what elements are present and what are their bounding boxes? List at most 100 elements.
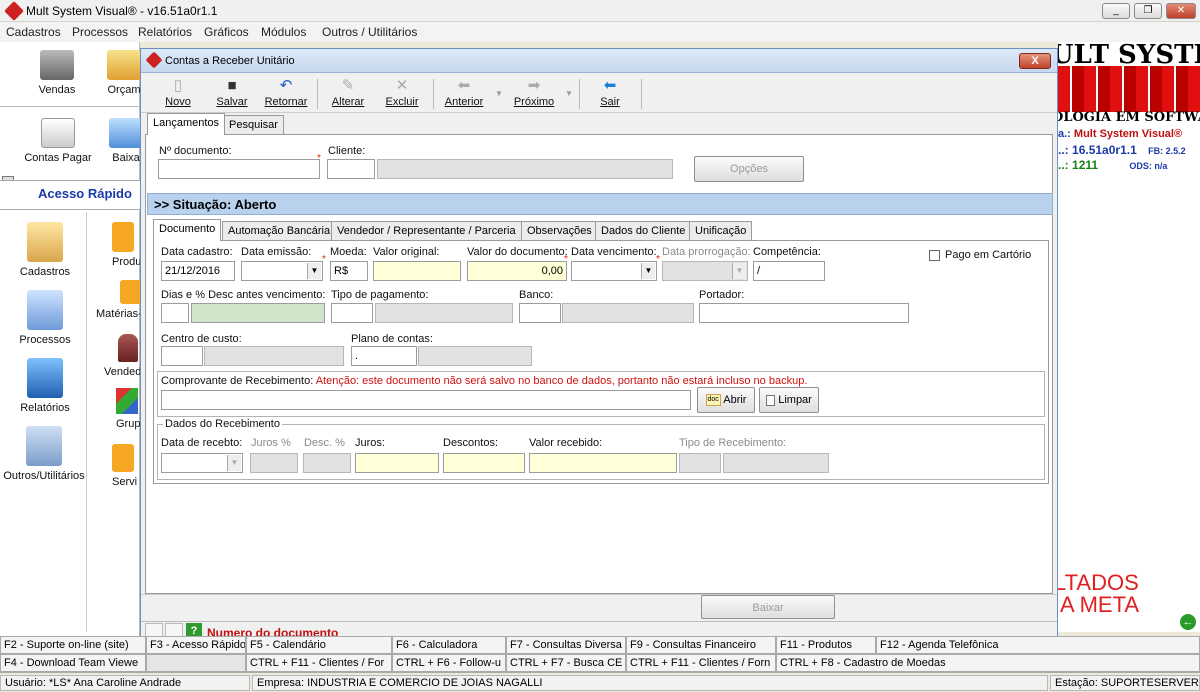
data-cadastro-input[interactable]: 21/12/2016 (161, 261, 235, 281)
menu-outros-utilitarios[interactable]: Outros / Utilitários (322, 25, 417, 39)
tab-vendedor[interactable]: Vendedor / Representante / Parceria (331, 221, 522, 241)
tab-documento[interactable]: Documento (153, 219, 222, 241)
valor-original-input[interactable] (373, 261, 461, 281)
opcoes-button[interactable]: Opções (694, 156, 804, 182)
fkey-f9[interactable]: F9 - Consultas Financeiro (626, 636, 776, 654)
quick-produtos[interactable]: Produ (112, 222, 140, 268)
quick-vendedores[interactable]: Vended (104, 334, 140, 378)
quick-relatorios[interactable]: Relatórios (10, 358, 80, 414)
quick-outros-label: Outros/Utilitários (3, 470, 85, 482)
sair-button[interactable]: ⬅ Sair (583, 77, 637, 111)
num-documento-input[interactable] (158, 159, 320, 179)
fkey-f7[interactable]: F7 - Consultas Diversa (506, 636, 626, 654)
retornar-button[interactable]: ↶ Retornar (259, 77, 313, 111)
tab-unificacao[interactable]: Unificação (689, 221, 753, 241)
comprovante-path-input[interactable] (161, 390, 691, 410)
tab-dados-cliente[interactable]: Dados do Cliente (595, 221, 692, 241)
contas-pagar-button[interactable]: Contas Pagar (18, 118, 98, 164)
data-vencimento-combo[interactable]: ▼ (571, 261, 657, 281)
status-usuario: Usuário: *LS* Ana Caroline Andrade (0, 675, 250, 691)
menu-graficos[interactable]: Gráficos (204, 25, 249, 39)
abrir-button[interactable]: doc Abrir (697, 387, 755, 413)
portador-input[interactable] (699, 303, 909, 323)
banco-code-input[interactable] (519, 303, 561, 323)
tab-observacoes[interactable]: Observações (521, 221, 598, 241)
fkey-f4[interactable]: F4 - Download Team Viewe (0, 654, 146, 672)
quick-materias[interactable]: Matérias- (96, 280, 140, 320)
chevron-down-icon[interactable]: ▼ (732, 263, 746, 279)
data-recebto-combo[interactable]: ▼ (161, 453, 243, 473)
data-emissao-combo[interactable]: ▼ (241, 261, 323, 281)
menu-modulos[interactable]: Módulos (261, 25, 306, 39)
limpar-button[interactable]: Limpar (759, 387, 819, 413)
quick-outros-utilitarios[interactable]: Outros/Utilitários (2, 426, 86, 482)
anterior-button[interactable]: ⬅ Anterior (437, 77, 491, 111)
tab-lancamentos[interactable]: Lançamentos (147, 113, 226, 135)
minimize-button[interactable]: _ (1102, 3, 1130, 19)
baixa-button[interactable]: Baixa (108, 118, 144, 164)
fkey-ctrl-f8[interactable]: CTRL + F8 - Cadastro de Moedas (776, 654, 1200, 672)
vendas-button[interactable]: Vendas (22, 50, 92, 96)
quick-servicos[interactable]: Servi (112, 444, 140, 488)
percent-desc-input[interactable] (191, 303, 325, 323)
tipo-pagamento-code[interactable] (331, 303, 373, 323)
quick-processos[interactable]: Processos (10, 290, 80, 346)
menu-cadastros[interactable]: Cadastros (6, 25, 61, 39)
anterior-dropdown-icon[interactable]: ▼ (495, 89, 503, 98)
fkey-f2[interactable]: F2 - Suporte on-line (site) (0, 636, 146, 654)
centro-custo-code[interactable] (161, 346, 203, 366)
orcamento-button[interactable]: Orçam (104, 50, 144, 96)
dias-desc-input[interactable] (161, 303, 189, 323)
fkey-f5[interactable]: F5 - Calendário (246, 636, 392, 654)
juros-input[interactable] (355, 453, 439, 473)
green-arrow-icon[interactable]: ← (1180, 614, 1196, 630)
proximo-dropdown-icon[interactable]: ▼ (565, 89, 573, 98)
excluir-button[interactable]: ✕ Excluir (375, 77, 429, 111)
pago-cartorio-checkbox[interactable] (929, 250, 940, 261)
menu-relatorios[interactable]: Relatórios (138, 25, 192, 39)
cliente-name-field (377, 159, 673, 179)
page-icon (766, 394, 776, 406)
tipo-recebimento-code[interactable] (679, 453, 721, 473)
fkey-ctrl-f6[interactable]: CTRL + F6 - Follow-u (392, 654, 506, 672)
competencia-input[interactable]: / (753, 261, 825, 281)
fkey-ctrl-f11-b[interactable]: CTRL + F11 - Clientes / Forn (626, 654, 776, 672)
salvar-button[interactable]: ■ Salvar (205, 77, 259, 111)
valor-recebido-input[interactable] (529, 453, 677, 473)
menu-processos[interactable]: Processos (72, 25, 128, 39)
sair-label: Sair (600, 96, 620, 108)
plano-contas-label: Plano de contas: (351, 333, 433, 345)
fkey-f11[interactable]: F11 - Produtos (776, 636, 876, 654)
restore-button[interactable]: ❐ (1134, 3, 1162, 19)
tab-pesquisar[interactable]: Pesquisar (223, 115, 284, 135)
chevron-down-icon[interactable]: ▼ (641, 263, 655, 279)
descontos-input[interactable] (443, 453, 525, 473)
novo-button[interactable]: ▯ Novo (151, 77, 205, 111)
desc-pct-input[interactable] (303, 453, 351, 473)
fkey-f3[interactable]: F3 - Acesso Rápido (146, 636, 246, 654)
valor-documento-input[interactable]: 0,00 (467, 261, 567, 281)
dialog-close-button[interactable]: X (1019, 53, 1051, 69)
cash-register-icon (40, 50, 74, 80)
retornar-label: Retornar (264, 96, 308, 108)
baixar-button[interactable]: Baixar (701, 595, 835, 619)
quick-cadastros[interactable]: Cadastros (10, 222, 80, 278)
tab-automacao-bancaria[interactable]: Automação Bancária (222, 221, 337, 241)
close-button[interactable]: ✕ (1166, 3, 1196, 19)
quick-access-title: Acesso Rápido (38, 186, 132, 201)
proximo-button[interactable]: ➡ Próximo (507, 77, 561, 111)
fkey-ctrl-f11[interactable]: CTRL + F11 - Clientes / For (246, 654, 392, 672)
contas-receber-dialog: Contas a Receber Unitário X ▯ Novo ■ Sal… (140, 48, 1058, 642)
juros-pct-input[interactable] (250, 453, 298, 473)
chevron-down-icon[interactable]: ▼ (307, 263, 321, 279)
moeda-input[interactable]: R$ (330, 261, 368, 281)
alterar-button[interactable]: ✎ Alterar (321, 77, 375, 111)
fkey-f6[interactable]: F6 - Calculadora (392, 636, 506, 654)
fkey-ctrl-f7[interactable]: CTRL + F7 - Busca CE (506, 654, 626, 672)
fkey-f12[interactable]: F12 - Agenda Telefônica (876, 636, 1200, 654)
quick-grupos[interactable]: Grup (116, 388, 140, 430)
data-prorrogacao-combo[interactable]: ▼ (662, 261, 748, 281)
cliente-code-input[interactable] (327, 159, 375, 179)
plano-contas-code[interactable]: . (351, 346, 417, 366)
chevron-down-icon[interactable]: ▼ (227, 455, 241, 471)
